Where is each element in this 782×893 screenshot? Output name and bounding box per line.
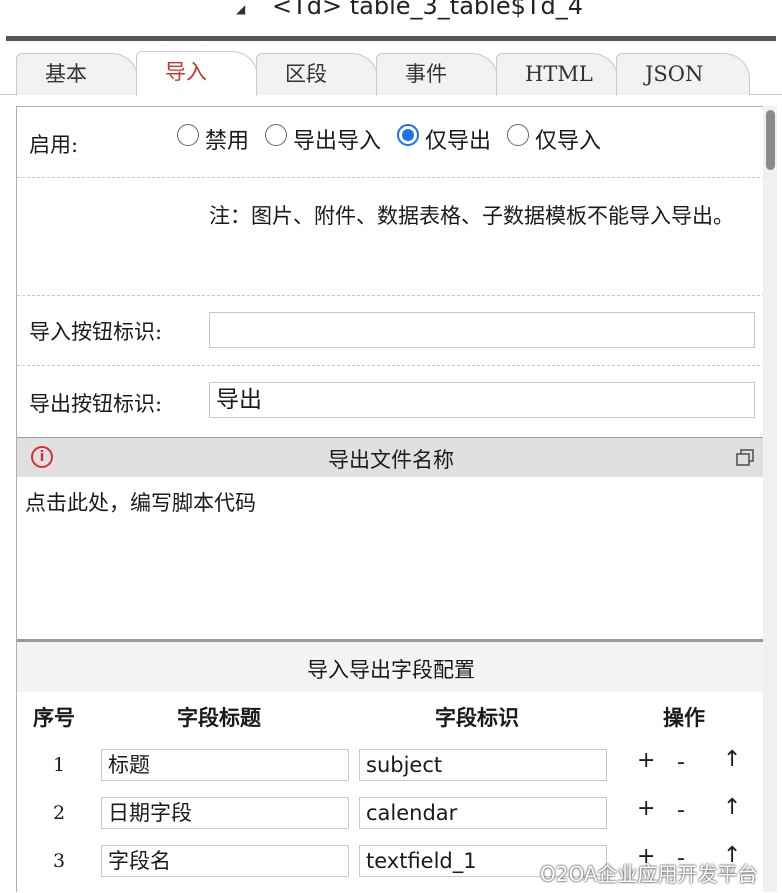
script-editor-header: i 导出文件名称 xyxy=(17,437,765,478)
tab-json[interactable]: JSON xyxy=(616,53,750,95)
row-number: 2 xyxy=(53,802,66,824)
export-button-row: 导出按钮标识: 导出 xyxy=(17,366,765,436)
radio-circle-icon[interactable] xyxy=(177,124,199,146)
radio-import-only[interactable]: 仅导入 xyxy=(507,123,601,155)
panel-scrollbar[interactable] xyxy=(763,106,777,892)
row-number: 3 xyxy=(53,850,66,872)
add-row-icon[interactable]: + xyxy=(637,796,655,821)
tab-basic[interactable]: 基本 xyxy=(16,53,138,95)
watermark: O2OA企业应用开发平台 xyxy=(540,862,758,886)
field-title-input[interactable]: 字段名 xyxy=(101,845,349,877)
import-properties-panel: 启用: 禁用 导出导入 仅导出 仅导入 注：图片、附件、数据表格、子数据模板不能… xyxy=(16,106,766,893)
field-title-input[interactable]: 标题 xyxy=(101,749,349,781)
add-row-icon[interactable]: + xyxy=(637,748,655,773)
radio-label: 仅导出 xyxy=(425,129,492,154)
col-header-title: 字段标题 xyxy=(177,705,261,730)
export-note: 注：图片、附件、数据表格、子数据模板不能导入导出。 xyxy=(209,204,734,228)
tab-html[interactable]: HTML xyxy=(496,53,618,95)
radio-label: 禁用 xyxy=(205,129,250,154)
col-header-no: 序号 xyxy=(33,705,75,730)
row-number: 1 xyxy=(53,754,66,776)
tab-import[interactable]: 导入 xyxy=(136,51,258,96)
move-up-icon[interactable]: ↑ xyxy=(723,795,741,820)
tab-events[interactable]: 事件 xyxy=(376,53,498,95)
radio-checked-icon[interactable] xyxy=(397,124,420,146)
remove-row-icon[interactable]: - xyxy=(677,798,685,823)
col-header-id: 字段标识 xyxy=(435,705,519,730)
field-id-input[interactable]: calendar xyxy=(359,797,607,829)
import-button-row: 导入按钮标识: xyxy=(17,296,765,366)
remove-row-icon[interactable]: - xyxy=(677,750,685,775)
import-button-input[interactable] xyxy=(209,312,755,348)
radio-circle-icon[interactable] xyxy=(265,124,288,146)
radio-export-import[interactable]: 导出导入 xyxy=(265,123,381,155)
move-up-icon[interactable]: ↑ xyxy=(723,747,741,772)
import-button-label: 导入按钮标识: xyxy=(29,320,163,344)
element-header: ◢ <Td> table_3_table$Td_4 xyxy=(0,0,782,36)
script-editor-area[interactable]: 点击此处，编写脚本代码 xyxy=(17,477,765,642)
element-name: <Td> table_3_table$Td_4 xyxy=(272,0,584,20)
export-button-label: 导出按钮标识: xyxy=(29,392,163,416)
enable-label: 启用: xyxy=(29,133,79,157)
field-config-title: 导入导出字段配置 xyxy=(307,658,475,682)
radio-label: 导出导入 xyxy=(293,129,382,154)
enable-radio-group: 禁用 导出导入 仅导出 仅导入 xyxy=(177,123,617,155)
radio-disabled[interactable]: 禁用 xyxy=(177,123,249,155)
radio-circle-icon[interactable] xyxy=(507,124,530,146)
tab-section[interactable]: 区段 xyxy=(256,53,378,95)
script-title: 导出文件名称 xyxy=(328,448,454,472)
collapse-triangle-icon[interactable]: ◢ xyxy=(236,2,245,16)
field-id-input[interactable]: subject xyxy=(359,749,607,781)
note-row: 注：图片、附件、数据表格、子数据模板不能导入导出。 xyxy=(17,178,765,296)
enable-row: 启用: 禁用 导出导入 仅导出 仅导入 xyxy=(17,107,765,178)
scrollbar-thumb[interactable] xyxy=(766,110,775,170)
field-title-input[interactable]: 日期字段 xyxy=(101,797,349,829)
script-hint: 点击此处，编写脚本代码 xyxy=(25,491,256,515)
radio-label: 仅导入 xyxy=(535,129,602,154)
col-header-ops: 操作 xyxy=(663,705,705,730)
maximize-window-icon[interactable] xyxy=(735,448,755,468)
field-config-section: 导入导出字段配置 序号 字段标题 字段标识 操作 1 标题 subject + … xyxy=(17,642,765,893)
property-tabs: 基本 导入 区段 事件 HTML JSON xyxy=(0,41,782,99)
radio-export-only[interactable]: 仅导出 xyxy=(397,123,491,155)
export-button-input[interactable]: 导出 xyxy=(209,382,755,418)
